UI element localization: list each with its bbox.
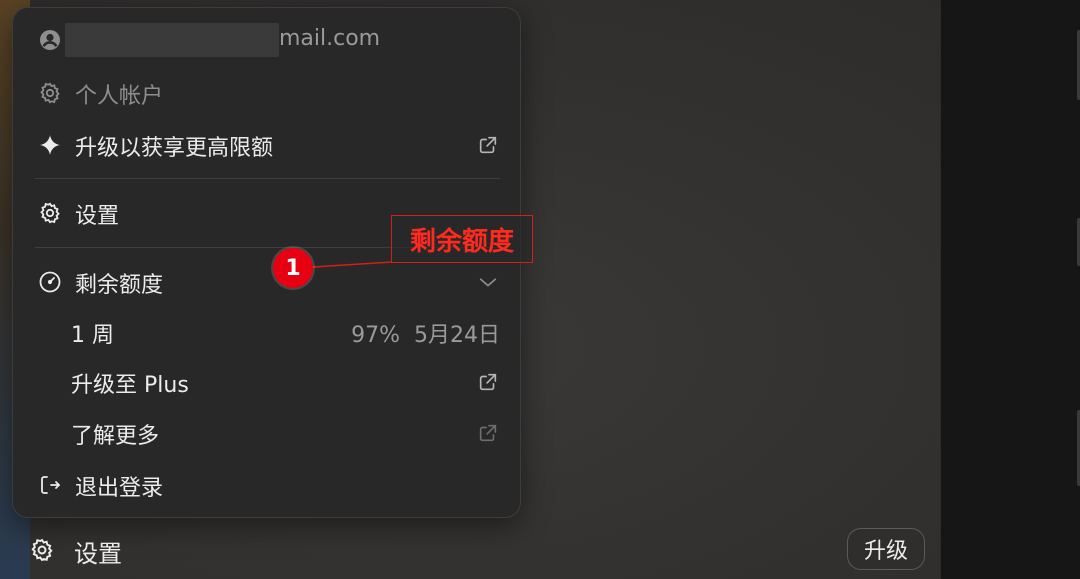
upgrade-plus-item[interactable]: 升级至 Plus — [13, 364, 522, 400]
logout-label: 退出登录 — [75, 476, 164, 501]
logout-icon — [37, 472, 63, 498]
upgrade-button[interactable]: 升级 — [847, 528, 925, 570]
account-email: mail.com — [279, 26, 381, 51]
personal-account-item: 个人帐户 — [13, 74, 522, 112]
gear-icon[interactable] — [28, 536, 56, 564]
gauge-icon — [37, 269, 63, 295]
external-link-icon — [476, 370, 500, 394]
account-email-row: mail.com — [13, 22, 522, 58]
weekly-quota-row: 1 周 97% 5月24日 — [13, 314, 522, 350]
upgrade-plus-label: 升级至 Plus — [71, 373, 189, 398]
menu-divider — [35, 178, 500, 179]
sidebar-settings-button[interactable]: 设置 — [74, 534, 122, 569]
personal-account-label: 个人帐户 — [75, 84, 164, 109]
remaining-quota-item[interactable]: 剩余额度 — [13, 263, 522, 301]
external-link-icon — [476, 421, 500, 445]
learn-more-label: 了解更多 — [71, 424, 160, 449]
upgrade-limits-item[interactable]: 升级以获享更高限额 — [13, 126, 522, 164]
week-percent: 97% — [351, 323, 400, 348]
settings-label: 设置 — [75, 204, 120, 229]
right-pane — [940, 0, 1080, 579]
week-label: 1 周 — [71, 323, 114, 348]
week-reset-date: 5月24日 — [414, 323, 500, 348]
remaining-quota-label: 剩余额度 — [75, 273, 164, 298]
gear-icon — [37, 80, 63, 106]
user-circle-icon — [37, 27, 63, 53]
logout-item[interactable]: 退出登录 — [13, 466, 522, 504]
sparkle-icon — [37, 132, 63, 158]
learn-more-item[interactable]: 了解更多 — [13, 415, 522, 451]
annotation-badge: 1 — [273, 248, 313, 288]
email-redaction — [65, 23, 279, 57]
upgrade-limits-label: 升级以获享更高限额 — [75, 136, 274, 161]
chevron-down-icon[interactable] — [476, 270, 500, 294]
external-link-icon — [476, 133, 500, 157]
gear-icon — [37, 200, 63, 226]
weekly-quota-stats: 97% 5月24日 — [351, 317, 500, 349]
annotation-callout: 剩余额度 — [391, 215, 533, 263]
